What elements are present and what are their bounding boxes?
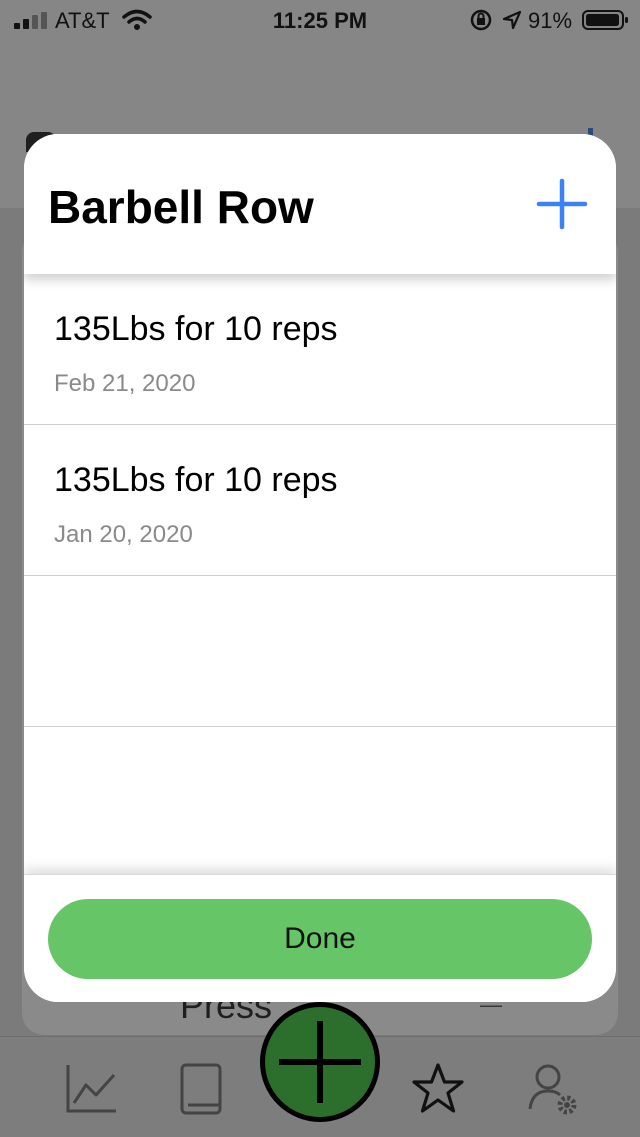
battery-percentage: 91% (528, 8, 573, 33)
location-icon (502, 10, 522, 30)
modal-footer: Done (24, 874, 616, 1002)
user-settings-icon[interactable] (526, 1061, 582, 1117)
entry-date: Feb 21, 2020 (54, 370, 196, 397)
chart-icon[interactable] (64, 1061, 120, 1117)
list-item[interactable]: 135Lbs for 10 reps Feb 21, 2020 (24, 274, 616, 425)
star-icon[interactable] (410, 1061, 466, 1117)
entry-list: 135Lbs for 10 reps Feb 21, 2020 135Lbs f… (24, 274, 616, 727)
book-icon[interactable] (174, 1061, 230, 1117)
modal-header: Barbell Row (24, 134, 616, 274)
orientation-lock-icon (470, 9, 492, 31)
list-item[interactable]: 135Lbs for 10 reps Jan 20, 2020 (24, 425, 616, 576)
entry-summary: 135Lbs for 10 reps (54, 310, 338, 348)
add-icon (279, 1021, 361, 1103)
battery-icon (582, 10, 628, 30)
plus-icon[interactable] (536, 178, 588, 230)
add-workout-button[interactable] (260, 1002, 380, 1122)
done-button[interactable]: Done (48, 899, 592, 979)
status-bar: AT&T 11:25 PM 91% (0, 0, 640, 40)
empty-row (24, 576, 616, 727)
entry-summary: 135Lbs for 10 reps (54, 461, 338, 499)
modal-title: Barbell Row (48, 181, 314, 233)
entry-date: Jan 20, 2020 (54, 521, 193, 548)
history-modal: Barbell Row 135Lbs for 10 reps Feb 21, 2… (24, 134, 616, 1002)
